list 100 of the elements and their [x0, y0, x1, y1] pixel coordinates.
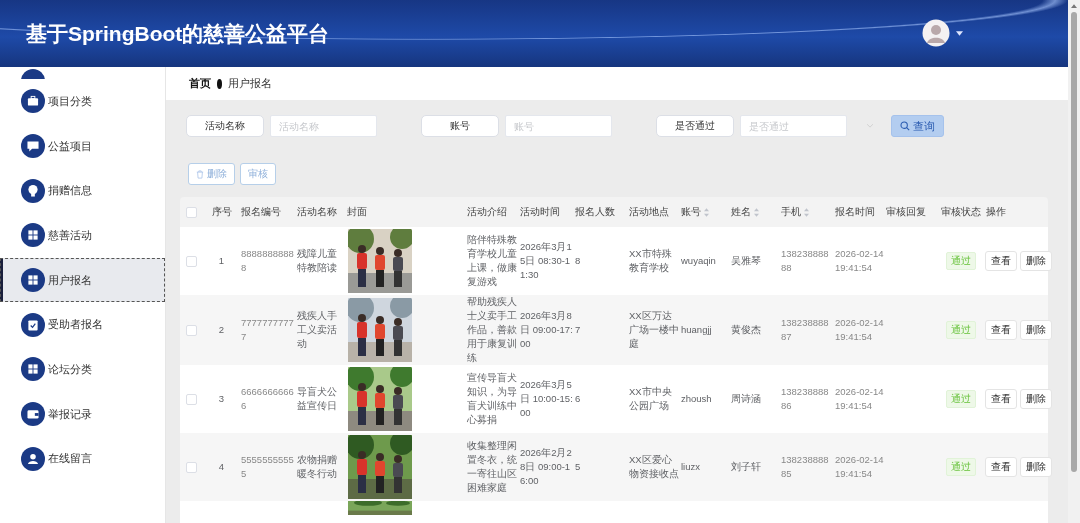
status-tag: 通过	[946, 252, 976, 270]
column-header: 封面	[346, 205, 368, 219]
column-header: 报名时间	[834, 205, 876, 219]
table-cell-text: 吴雅琴	[730, 254, 762, 268]
sort-icon[interactable]	[754, 207, 759, 217]
view-button[interactable]: 查看	[985, 251, 1017, 271]
table-cell-text: 周诗涵	[730, 392, 762, 406]
table-cell-text: wuyaqin	[680, 254, 717, 268]
table-cell-text: 2	[217, 323, 226, 337]
checkbox[interactable]	[186, 393, 197, 405]
table-cell-text: 刘子轩	[730, 460, 762, 474]
sort-icon[interactable]	[804, 207, 809, 217]
table-cell-text: 13823888885	[780, 453, 830, 481]
table-cell-text: 残障儿童特教陪读	[296, 247, 338, 275]
table-cell-text: 13823888887	[780, 316, 830, 344]
table-cell: 2026-02-14 19:41:54	[834, 453, 885, 481]
status-tag: 通过	[946, 458, 976, 476]
table-cell-text: 13823888886	[780, 385, 830, 413]
delete-button[interactable]: 删除	[1020, 251, 1052, 271]
table-cell-text: 收集整理闲置冬衣，统一寄往山区困难家庭	[466, 439, 518, 495]
avatar-icon[interactable]	[922, 19, 950, 47]
table-cell-text: 黄俊杰	[730, 323, 762, 337]
column-header: 活动地点	[628, 205, 670, 219]
caret-icon[interactable]	[956, 30, 963, 36]
table-cell-text: liuzx	[680, 460, 701, 474]
table-cell-text: 66666666666	[240, 385, 295, 413]
table-cell-text: zhoush	[680, 392, 713, 406]
sidebar-item[interactable]: 举报记录	[0, 391, 165, 437]
filter-label: 账号	[421, 115, 499, 137]
app-title: 基于SpringBoot的慈善公益平台	[26, 20, 330, 47]
person-icon	[21, 446, 45, 471]
table-cell: 2026-02-14 19:41:54	[834, 247, 885, 275]
table-cell-text: 8	[574, 254, 582, 268]
sidebar-item[interactable]: 捐赠信息	[0, 168, 165, 214]
table-cell-text: 2026年3月15日 08:30-11:30	[519, 240, 573, 282]
sidebar-item[interactable]: 慈善活动	[0, 213, 165, 258]
table-cell-text: 2026年2月28日 09:00-16:00	[519, 446, 573, 488]
sidebar-item[interactable]: 受助者报名	[0, 302, 165, 348]
table-cell: XX区爱心物资接收点	[628, 453, 680, 481]
table-cell-text: 1	[217, 254, 226, 268]
checkbox[interactable]	[186, 255, 197, 267]
checkbox[interactable]	[186, 206, 197, 218]
column-header: 审核回复	[885, 205, 927, 219]
table-cell-text: 宣传导盲犬知识，为导盲犬训练中心募捐	[466, 371, 518, 427]
scroll-up-icon[interactable]	[1071, 4, 1077, 8]
column-header: 报名编号	[240, 205, 282, 219]
column-header: 手机	[780, 205, 834, 219]
column-header: 活动名称	[296, 205, 338, 219]
breadcrumb-current: 用户报名	[228, 76, 272, 91]
column-header: 序号	[210, 205, 233, 219]
scrollbar-thumb[interactable]	[1071, 12, 1077, 472]
view-button[interactable]: 查看	[985, 389, 1017, 409]
column-header: 操作	[985, 205, 1007, 219]
table-cell-text: huangjj	[680, 323, 713, 337]
table-cell-text: 88888888888	[240, 247, 295, 275]
table-cell-text: 农物捐赠暖冬行动	[296, 453, 338, 481]
view-button[interactable]: 查看	[985, 320, 1017, 340]
table-cell-text: 4	[217, 460, 226, 474]
filter-label: 是否通过	[656, 115, 734, 137]
wallet-icon	[21, 402, 45, 427]
view-button[interactable]: 查看	[985, 457, 1017, 477]
column-header: 审核状态	[940, 205, 982, 219]
table-cell: 2026年3月5日 10:00-15:00	[519, 378, 574, 420]
checkbox[interactable]	[186, 461, 197, 473]
delete-button[interactable]: 删除	[1020, 457, 1052, 477]
sidebar-item[interactable]: 在线留言	[0, 436, 165, 482]
sidebar-item[interactable]: 用户报名	[0, 257, 165, 303]
checkbox[interactable]	[186, 324, 197, 336]
chat-icon	[21, 134, 45, 159]
sidebar-item[interactable]: 公益项目	[0, 123, 165, 169]
trash-icon	[196, 169, 204, 179]
column-header: 活动时间	[519, 205, 561, 219]
table-cell-text: 帮助残疾人士义卖手工作品，善款用于康复训练	[466, 295, 518, 365]
scrollbar[interactable]	[1068, 0, 1080, 523]
breadcrumb-link[interactable]: 首页	[189, 76, 211, 91]
table-cell: XX区万达广场一楼中庭	[628, 309, 680, 351]
sidebar-item[interactable]: 论坛分类	[0, 347, 165, 392]
table-cell-text: 残疾人手工义卖活动	[296, 309, 338, 351]
table-cell: 2026-02-14 19:41:54	[834, 385, 885, 413]
table-cell-text: 导盲犬公益宣传日	[296, 385, 338, 413]
column-header: 姓名	[730, 205, 780, 219]
table-cell-text: 6	[574, 392, 582, 406]
briefcase-icon	[21, 89, 45, 114]
table-cell-text: 55555555555	[240, 453, 295, 481]
bulb-icon	[21, 178, 45, 203]
table-cell-text: XX市中央公园广场	[628, 385, 673, 413]
table-cell: 2026年3月8日 09:00-17:00	[519, 309, 574, 351]
delete-button[interactable]: 删除	[1020, 389, 1052, 409]
grid-icon	[21, 357, 45, 382]
clipboard-icon	[21, 312, 45, 337]
sidebar-item[interactable]: 项目分类	[0, 79, 165, 124]
sort-icon[interactable]	[704, 207, 709, 217]
search-button[interactable]: 查询	[891, 115, 944, 137]
table-cell-text: 陪伴特殊教育学校儿童上课，做康复游戏	[466, 233, 518, 289]
column-header: 报名人数	[574, 205, 616, 219]
table-cell: 2026-02-14 19:41:54	[834, 316, 885, 344]
column-header: 活动介绍	[466, 205, 508, 219]
filter-label: 活动名称	[186, 115, 264, 137]
delete-button[interactable]: 删除	[1020, 320, 1052, 340]
column-header: 账号	[680, 205, 730, 219]
